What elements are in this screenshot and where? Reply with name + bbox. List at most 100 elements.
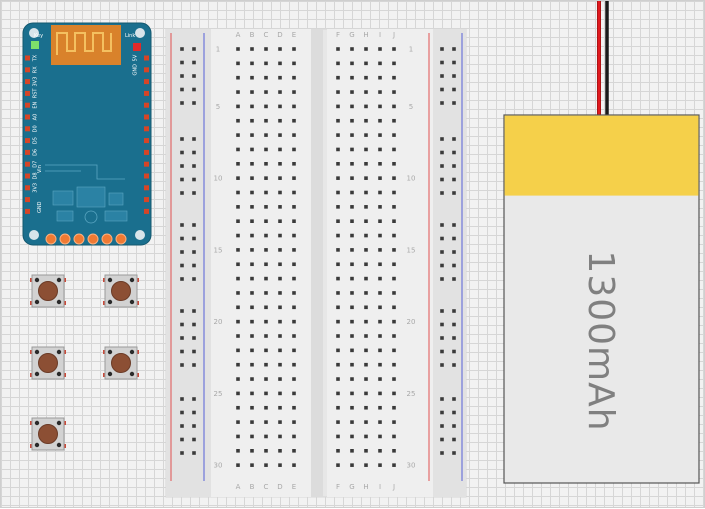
- rail-hole[interactable]: [180, 322, 184, 327]
- breadboard-hole[interactable]: [250, 319, 254, 324]
- rail-hole[interactable]: [440, 322, 444, 327]
- breadboard-hole[interactable]: [278, 147, 282, 152]
- rail-hole[interactable]: [452, 437, 456, 442]
- breadboard-hole[interactable]: [364, 348, 368, 353]
- breadboard-hole[interactable]: [264, 334, 268, 338]
- rail-hole[interactable]: [440, 137, 444, 141]
- breadboard-hole[interactable]: [378, 334, 382, 338]
- breadboard-hole[interactable]: [292, 291, 296, 295]
- rail-hole[interactable]: [452, 263, 456, 268]
- breadboard-hole[interactable]: [264, 463, 268, 467]
- breadboard-hole[interactable]: [264, 176, 268, 180]
- breadboard-hole[interactable]: [292, 248, 296, 252]
- breadboard-hole[interactable]: [392, 133, 396, 137]
- breadboard-hole[interactable]: [236, 391, 240, 396]
- breadboard-hole[interactable]: [250, 133, 254, 137]
- module-pin-right[interactable]: [144, 161, 149, 167]
- breadboard-hole[interactable]: [378, 262, 382, 267]
- breadboard-hole[interactable]: [292, 75, 296, 80]
- breadboard-hole[interactable]: [364, 319, 368, 324]
- rail-hole[interactable]: [192, 191, 196, 195]
- breadboard-hole[interactable]: [264, 233, 268, 238]
- breadboard-hole[interactable]: [264, 248, 268, 252]
- breadboard-hole[interactable]: [378, 305, 382, 310]
- rail-hole[interactable]: [192, 437, 196, 442]
- breadboard-hole[interactable]: [336, 420, 340, 424]
- breadboard-hole[interactable]: [278, 319, 282, 324]
- rail-hole[interactable]: [192, 137, 196, 141]
- rail-hole[interactable]: [180, 60, 184, 65]
- rail-hole[interactable]: [180, 236, 184, 241]
- module-bottom-pin[interactable]: [115, 233, 127, 245]
- breadboard-hole[interactable]: [364, 291, 368, 295]
- breadboard-hole[interactable]: [364, 90, 368, 94]
- rail-hole[interactable]: [452, 336, 456, 340]
- breadboard-hole[interactable]: [350, 391, 354, 396]
- rail-hole[interactable]: [440, 349, 444, 354]
- breadboard-hole[interactable]: [392, 291, 396, 295]
- breadboard-hole[interactable]: [378, 61, 382, 66]
- breadboard-hole[interactable]: [350, 205, 354, 209]
- breadboard-hole[interactable]: [292, 434, 296, 439]
- breadboard-hole[interactable]: [236, 305, 240, 310]
- rail-hole[interactable]: [452, 451, 456, 455]
- breadboard-hole[interactable]: [364, 434, 368, 439]
- breadboard-hole[interactable]: [292, 104, 296, 109]
- breadboard-hole[interactable]: [250, 61, 254, 66]
- breadboard-hole[interactable]: [292, 377, 296, 381]
- breadboard-hole[interactable]: [378, 449, 382, 453]
- breadboard-hole[interactable]: [392, 47, 396, 51]
- rail-hole[interactable]: [180, 410, 184, 415]
- breadboard-hole[interactable]: [250, 75, 254, 80]
- breadboard-hole[interactable]: [292, 233, 296, 238]
- breadboard-hole[interactable]: [278, 104, 282, 109]
- breadboard-hole[interactable]: [292, 405, 296, 410]
- rail-hole[interactable]: [180, 74, 184, 78]
- rail-hole[interactable]: [192, 336, 196, 340]
- module-pin-right[interactable]: [144, 208, 149, 214]
- breadboard-hole[interactable]: [250, 147, 254, 152]
- breadboard-hole[interactable]: [378, 162, 382, 166]
- breadboard-hole[interactable]: [250, 233, 254, 238]
- breadboard-hole[interactable]: [378, 434, 382, 439]
- breadboard-hole[interactable]: [278, 420, 282, 424]
- rail-hole[interactable]: [452, 250, 456, 254]
- rail-hole[interactable]: [452, 60, 456, 65]
- breadboard-hole[interactable]: [264, 362, 268, 367]
- breadboard-hole[interactable]: [278, 305, 282, 310]
- rail-hole[interactable]: [192, 101, 196, 105]
- breadboard-hole[interactable]: [292, 190, 296, 195]
- rail-hole[interactable]: [180, 451, 184, 455]
- rail-hole[interactable]: [452, 349, 456, 354]
- breadboard-hole[interactable]: [350, 305, 354, 310]
- breadboard-hole[interactable]: [392, 334, 396, 338]
- breadboard-hole[interactable]: [392, 90, 396, 94]
- breadboard-hole[interactable]: [336, 61, 340, 66]
- rail-hole[interactable]: [440, 164, 444, 168]
- breadboard-hole[interactable]: [378, 104, 382, 109]
- breadboard-hole[interactable]: [278, 377, 282, 381]
- module-pin-right[interactable]: [144, 138, 149, 144]
- breadboard-hole[interactable]: [350, 90, 354, 94]
- breadboard-hole[interactable]: [278, 262, 282, 267]
- breadboard-hole[interactable]: [350, 405, 354, 410]
- breadboard-hole[interactable]: [264, 75, 268, 80]
- rail-hole[interactable]: [180, 363, 184, 367]
- breadboard-hole[interactable]: [250, 248, 254, 252]
- breadboard-hole[interactable]: [364, 248, 368, 252]
- breadboard-hole[interactable]: [350, 291, 354, 295]
- breadboard-hole[interactable]: [336, 276, 340, 281]
- breadboard-hole[interactable]: [350, 262, 354, 267]
- rail-hole[interactable]: [192, 250, 196, 254]
- rail-hole[interactable]: [192, 363, 196, 367]
- module-pin-left[interactable]: [25, 208, 30, 214]
- breadboard-hole[interactable]: [264, 405, 268, 410]
- module-pin-left[interactable]: [25, 67, 30, 73]
- breadboard-hole[interactable]: [278, 176, 282, 180]
- breadboard-hole[interactable]: [236, 463, 240, 467]
- rail-hole[interactable]: [180, 397, 184, 401]
- wifi-module[interactable]: Key Link TXRX3V3RSTENA0D0D5D6D7D83V35VGN…: [22, 22, 152, 246]
- breadboard-hole[interactable]: [236, 104, 240, 109]
- breadboard-hole[interactable]: [336, 133, 340, 137]
- breadboard-hole[interactable]: [364, 405, 368, 410]
